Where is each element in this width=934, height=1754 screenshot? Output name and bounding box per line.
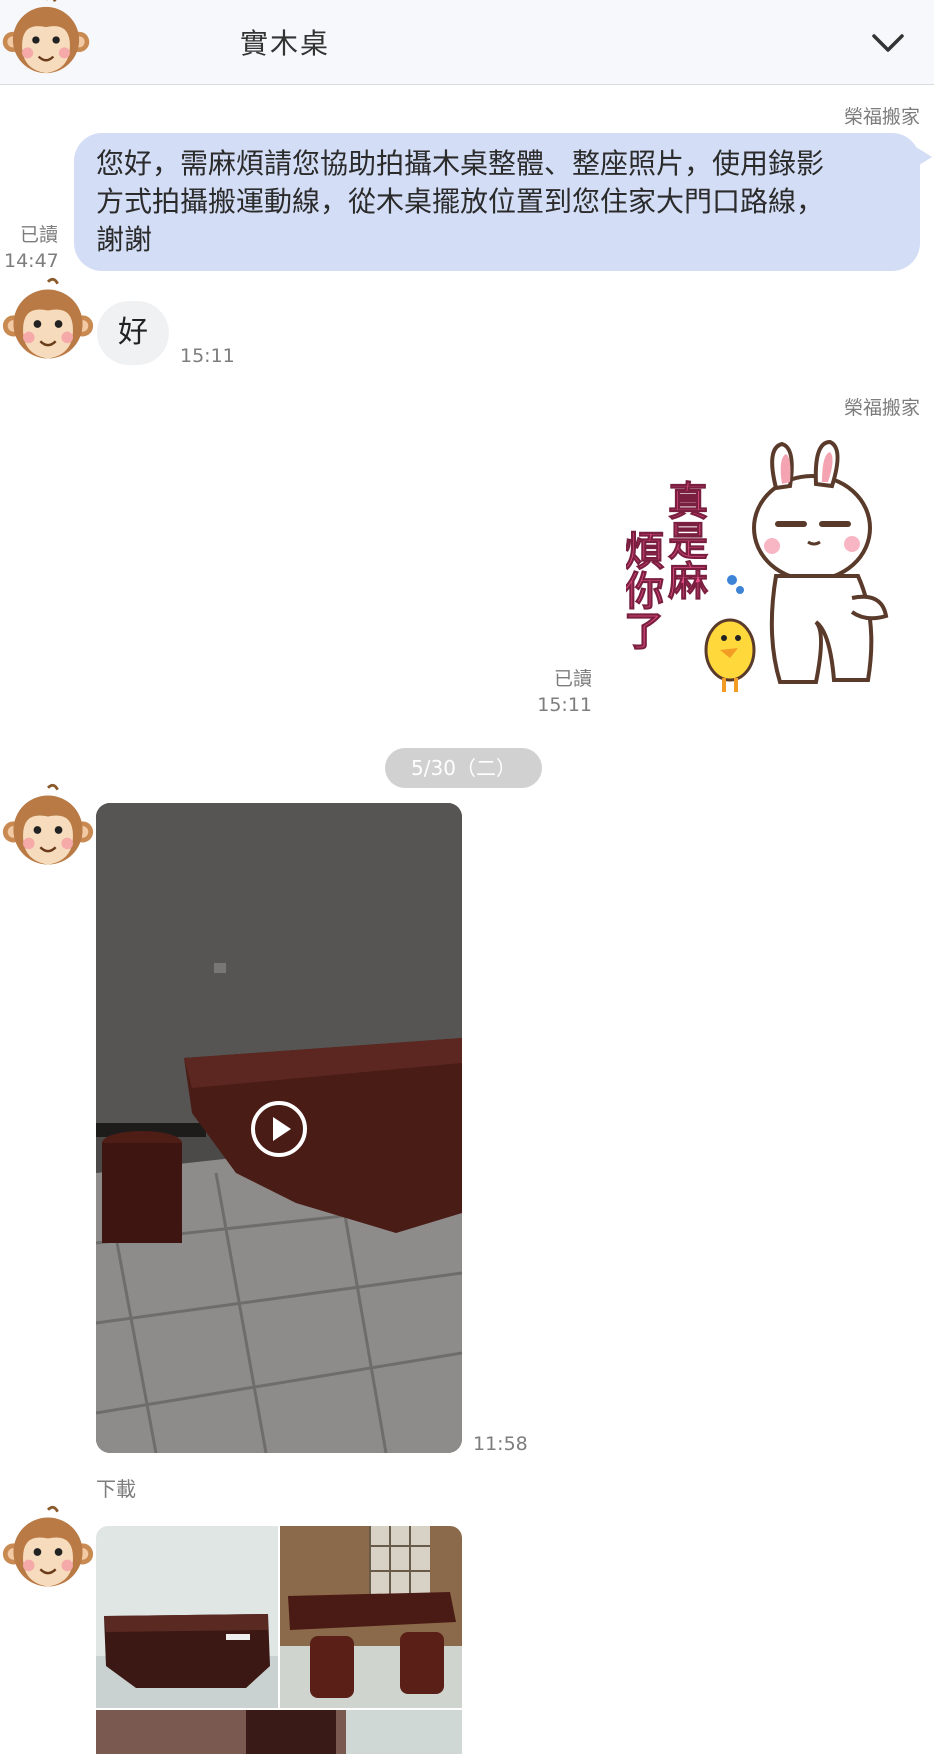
- play-icon[interactable]: [249, 1099, 309, 1159]
- contact-avatar[interactable]: [0, 1504, 96, 1600]
- message-time: 11:58: [473, 1433, 528, 1455]
- svg-text:真是麻: 真是麻: [661, 480, 708, 600]
- contact-avatar[interactable]: [0, 0, 92, 86]
- download-link[interactable]: 下載: [96, 1473, 136, 1502]
- chat-title: 實木桌: [240, 27, 331, 60]
- incoming-message-bubble[interactable]: 好: [97, 301, 169, 365]
- sender-name: 榮福搬家: [843, 106, 920, 128]
- message-line: 謝謝: [96, 223, 153, 256]
- sender-name: 榮福搬家: [843, 397, 920, 419]
- photo-thumbnail[interactable]: [96, 1710, 462, 1754]
- message-line: 方式拍攝搬運動線，從木桌擺放位置到您住家大門口路線，: [96, 185, 825, 218]
- photo-grid[interactable]: [96, 1526, 462, 1754]
- photo-thumbnail[interactable]: [280, 1526, 462, 1708]
- message-time: 15:11: [180, 345, 235, 367]
- bubble-tail: [916, 147, 932, 167]
- message-time: 14:47: [4, 250, 59, 272]
- photo-thumbnail[interactable]: [96, 1526, 278, 1708]
- outgoing-message-bubble[interactable]: 您好，需麻煩請您協助拍攝木桌整體、整座照片，使用錄影 方式拍攝搬運動線，從木桌擺…: [74, 133, 932, 271]
- message-meta: 已讀 15:11: [536, 666, 592, 718]
- svg-text:煩你了: 煩你了: [626, 530, 665, 650]
- sticker-text: 真是麻 煩你了: [626, 480, 709, 651]
- video-thumbnail[interactable]: [96, 803, 462, 1453]
- read-receipt: 已讀: [553, 668, 592, 690]
- chevron-down-icon[interactable]: [870, 24, 906, 60]
- chat-header: 實木桌: [0, 0, 934, 85]
- contact-avatar[interactable]: [0, 276, 96, 372]
- sticker-image[interactable]: 真是麻 煩你了: [626, 438, 892, 698]
- message-meta: 已讀 14:47: [4, 222, 59, 274]
- read-receipt: 已讀: [19, 224, 58, 246]
- date-divider: 5/30（二）: [385, 748, 542, 788]
- contact-avatar[interactable]: [0, 782, 96, 878]
- message-time: 15:11: [537, 694, 592, 716]
- message-line: 您好，需麻煩請您協助拍攝木桌整體、整座照片，使用錄影: [96, 147, 825, 180]
